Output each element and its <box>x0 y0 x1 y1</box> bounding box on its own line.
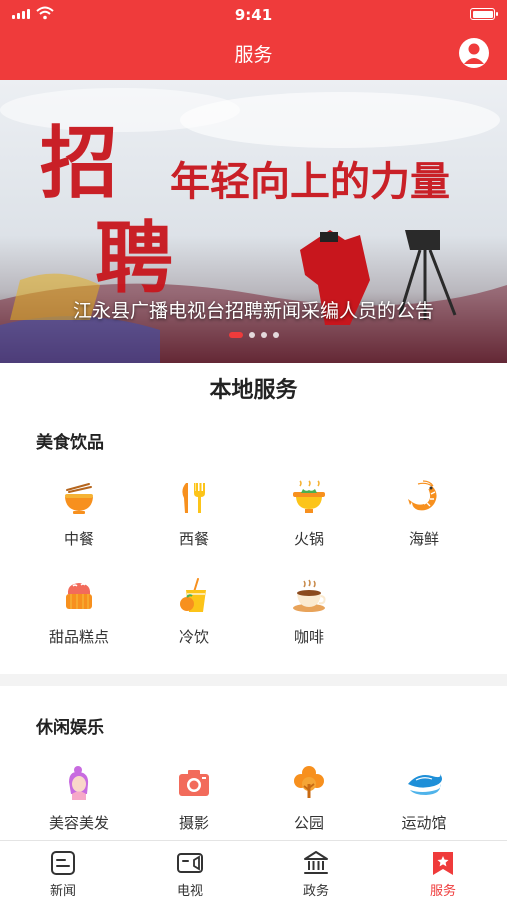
user-icon <box>464 43 484 64</box>
noodle-bowl-icon <box>65 483 93 514</box>
bottom-tab-bar: 新闻 电视 政务 服务 <box>0 840 507 900</box>
app-header: 9:41 服务 <box>0 0 507 80</box>
banner-dot[interactable] <box>260 332 267 338</box>
service-item-label: 火锅 <box>293 530 324 548</box>
status-time: 9:41 <box>234 6 273 24</box>
battery-icon <box>470 8 498 20</box>
hotpot-icon <box>293 480 325 513</box>
wave-icon <box>408 774 442 795</box>
service-item-hotpot[interactable]: 火锅 <box>254 480 364 560</box>
tab-tv[interactable]: 电视 <box>127 841 253 900</box>
service-item-park[interactable]: 公园 <box>254 764 364 844</box>
service-item-label: 西餐 <box>178 530 209 548</box>
banner-caption[interactable]: 江永县广播电视台招聘新闻采编人员的公告 <box>0 296 507 323</box>
banner-dot[interactable] <box>248 332 255 338</box>
camera-icon <box>179 770 209 796</box>
svg-text:年轻向上的力量: 年轻向上的力量 <box>170 158 450 205</box>
government-icon <box>304 851 328 874</box>
tab-label: 服务 <box>429 884 456 899</box>
service-item-label: 咖啡 <box>293 628 324 646</box>
service-item-label: 海鲜 <box>408 530 439 548</box>
service-item-cold-drinks[interactable]: 冷饮 <box>139 578 249 658</box>
svg-text:聘: 聘 <box>95 213 173 304</box>
beauty-icon <box>69 766 89 800</box>
service-item-label: 公园 <box>293 814 324 832</box>
service-item-label: 甜品糕点 <box>48 628 109 646</box>
shrimp-icon <box>408 480 437 511</box>
tv-icon <box>177 853 203 873</box>
fork-knife-icon <box>182 483 205 513</box>
section-title: 本地服务 <box>209 378 298 403</box>
service-item-label: 运动馆 <box>401 814 447 832</box>
section-divider <box>0 674 507 686</box>
category-title-food: 美食饮品 <box>36 433 104 453</box>
service-item-dessert[interactable]: 甜品糕点 <box>24 578 134 658</box>
cake-icon <box>66 583 92 609</box>
service-item-coffee[interactable]: 咖啡 <box>254 578 364 658</box>
tab-label: 新闻 <box>49 884 76 899</box>
service-item-western-food[interactable]: 西餐 <box>139 480 249 560</box>
service-item-seafood[interactable]: 海鲜 <box>369 480 479 560</box>
svg-text:招: 招 <box>40 118 118 209</box>
service-item-label: 冷饮 <box>178 628 209 646</box>
banner-carousel[interactable]: 招 聘 年轻向上的力量 江永县广播电视台招聘新闻采编人员的公告 <box>0 80 507 363</box>
service-item-photography[interactable]: 摄影 <box>139 764 249 844</box>
banner-pagination <box>0 332 507 338</box>
service-item-label: 中餐 <box>63 530 94 548</box>
tab-service[interactable]: 服务 <box>380 841 506 900</box>
tab-label: 电视 <box>176 884 203 899</box>
page-title: 服务 <box>234 44 273 66</box>
tree-icon <box>294 766 324 798</box>
service-item-label: 美容美发 <box>48 814 109 832</box>
tab-government[interactable]: 政务 <box>253 841 379 900</box>
service-icon <box>433 852 453 875</box>
banner-dot[interactable] <box>228 332 243 338</box>
tab-news[interactable]: 新闻 <box>0 841 126 900</box>
service-item-chinese-food[interactable]: 中餐 <box>24 480 134 560</box>
status-bar: 9:41 <box>0 0 507 28</box>
service-item-label: 摄影 <box>178 814 209 832</box>
profile-button[interactable] <box>459 38 489 68</box>
cold-drink-icon <box>180 578 206 612</box>
service-item-sports-hall[interactable]: 运动馆 <box>369 764 479 844</box>
category-title-leisure: 休闲娱乐 <box>36 718 104 738</box>
banner-dot[interactable] <box>272 332 279 338</box>
coffee-icon <box>293 579 326 612</box>
service-item-beauty[interactable]: 美容美发 <box>24 764 134 844</box>
tab-label: 政务 <box>302 884 329 899</box>
news-icon <box>51 851 75 875</box>
